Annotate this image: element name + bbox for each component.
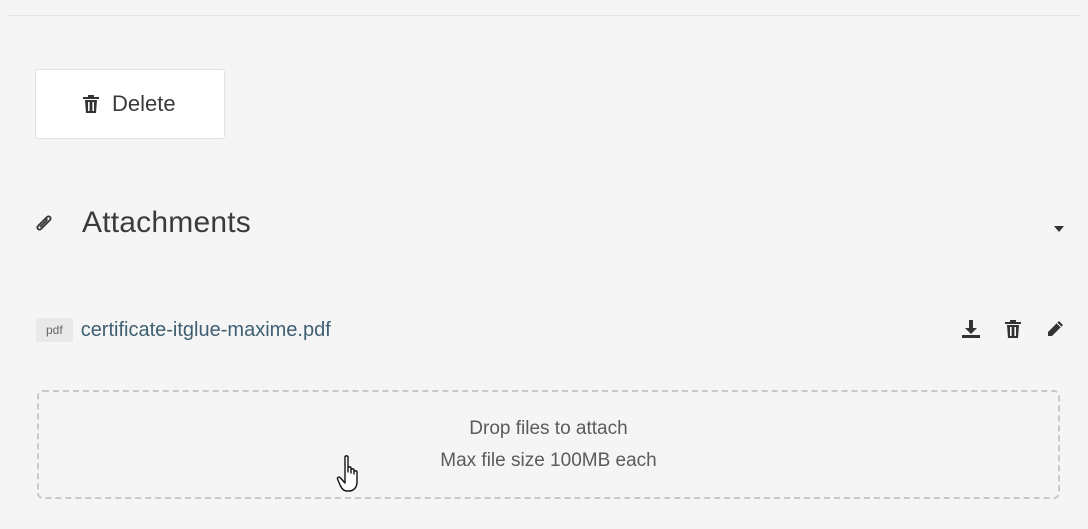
- attachments-header: Attachments: [32, 200, 1068, 246]
- download-icon[interactable]: [960, 318, 982, 340]
- top-divider: [8, 15, 1080, 16]
- pencil-icon[interactable]: [1044, 318, 1066, 340]
- file-type-badge: pdf: [36, 318, 73, 342]
- delete-button[interactable]: Delete: [35, 69, 225, 139]
- attachments-panel: Delete Attachments pdf certificate-itglu…: [0, 0, 1088, 529]
- attachment-item: pdf certificate-itglue-maxime.pdf: [36, 314, 1066, 346]
- trash-icon[interactable]: [1002, 318, 1024, 340]
- drop-zone-instruction: Drop files to attach: [469, 417, 628, 439]
- caret-down-icon[interactable]: [1054, 220, 1064, 232]
- attachment-actions: [960, 318, 1066, 340]
- file-name-link[interactable]: certificate-itglue-maxime.pdf: [81, 319, 331, 342]
- delete-button-label: Delete: [112, 91, 176, 116]
- paperclip-icon: [32, 211, 56, 235]
- trash-icon: [82, 94, 100, 114]
- drop-zone-size-limit: Max file size 100MB each: [440, 449, 657, 471]
- file-drop-zone[interactable]: Drop files to attach Max file size 100MB…: [37, 390, 1060, 499]
- section-title: Attachments: [82, 206, 251, 239]
